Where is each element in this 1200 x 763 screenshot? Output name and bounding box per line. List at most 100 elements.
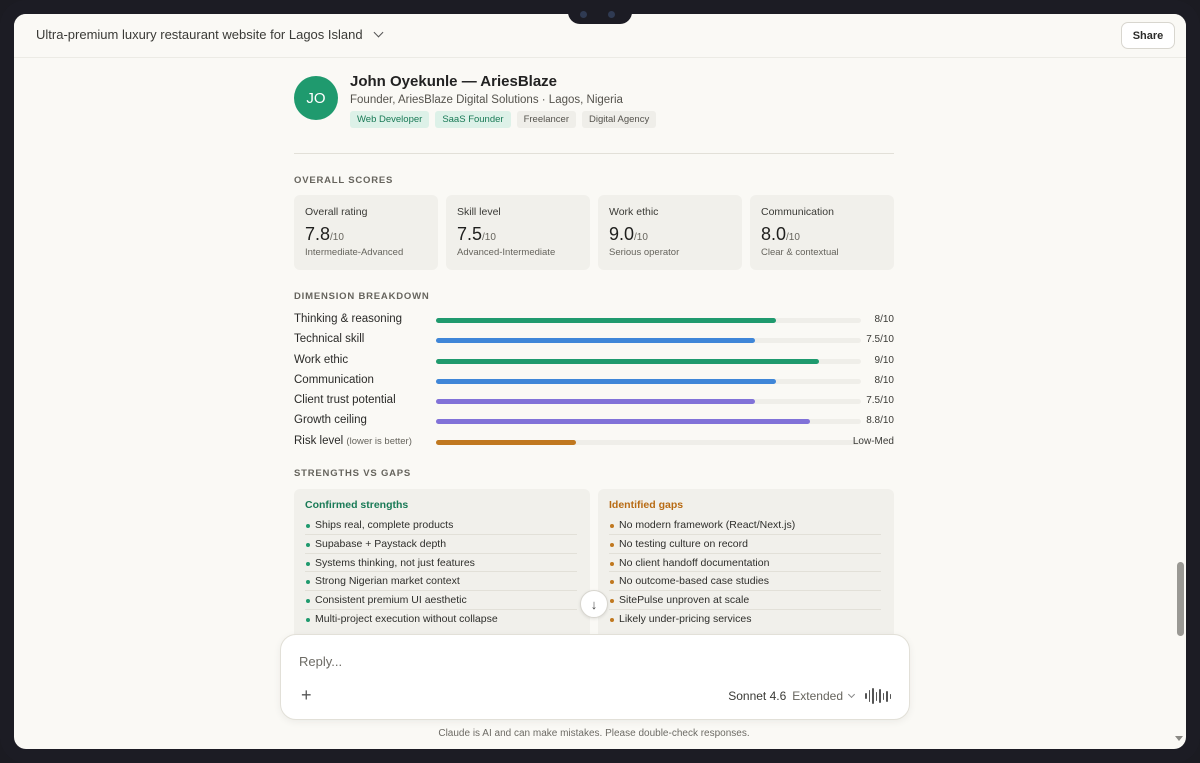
chevron-down-icon bbox=[847, 690, 856, 699]
arrow-down-icon: ↓ bbox=[590, 596, 598, 612]
bullet-dot-icon bbox=[306, 542, 310, 547]
dimension-row: Technical skill 7.5/10 bbox=[294, 330, 894, 350]
list-item: Likely under-pricing services bbox=[609, 610, 881, 629]
dimension-row: Client trust potential 7.5/10 bbox=[294, 391, 894, 411]
profile-tags: Web Developer SaaS Founder Freelancer Di… bbox=[350, 111, 657, 128]
dimension-value: 8.8/10 bbox=[866, 415, 894, 427]
scroll-down-arrow-icon[interactable] bbox=[1175, 736, 1183, 741]
strengths-panel: Confirmed strengths Ships real, complete… bbox=[294, 489, 590, 639]
score-card-label: Communication bbox=[761, 206, 834, 218]
dimension-bar-fill bbox=[436, 338, 755, 344]
list-item: Systems thinking, not just features bbox=[305, 554, 577, 573]
dimension-bar-fill bbox=[436, 378, 776, 384]
model-selector[interactable]: Sonnet 4.6 Extended bbox=[728, 689, 856, 703]
bullet-dot-icon bbox=[306, 599, 310, 604]
dimension-bar-track bbox=[436, 358, 861, 364]
bullet-dot-icon bbox=[610, 561, 614, 566]
dimension-bar-fill bbox=[436, 399, 755, 405]
score-card-value: 7.5/10 bbox=[457, 224, 496, 244]
dimension-bar-track bbox=[436, 378, 861, 384]
bullet-dot-icon bbox=[610, 617, 614, 622]
tag-freelancer: Freelancer bbox=[516, 111, 576, 128]
bullet-dot-icon bbox=[610, 542, 614, 547]
profile-header: JO John Oyekunle — AriesBlaze Founder, A… bbox=[294, 72, 894, 154]
score-card-label: Overall rating bbox=[305, 206, 368, 218]
score-card-sub: Intermediate-Advanced bbox=[305, 247, 404, 258]
gaps-title: Identified gaps bbox=[609, 499, 684, 511]
dimension-bar-fill bbox=[436, 439, 577, 445]
dimension-breakdown: Thinking & reasoning 8/10 Technical skil… bbox=[294, 310, 894, 452]
score-card-value: 8.0/10 bbox=[761, 224, 800, 244]
score-card-sub: Serious operator bbox=[609, 247, 680, 258]
score-card-work-ethic: Work ethic 9.0/10 Serious operator bbox=[598, 195, 742, 270]
dimension-row: Work ethic 9/10 bbox=[294, 351, 894, 371]
score-card-communication: Communication 8.0/10 Clear & contextual bbox=[750, 195, 894, 270]
bullet-dot-icon bbox=[306, 524, 310, 528]
bullet-dot-icon bbox=[610, 524, 614, 528]
dimension-label: Risk level (lower is better) bbox=[294, 434, 412, 447]
dimension-label: Technical skill bbox=[294, 333, 365, 346]
list-item: No testing culture on record bbox=[609, 535, 881, 554]
voice-mode-icon[interactable] bbox=[865, 688, 891, 704]
chevron-down-icon bbox=[373, 27, 384, 38]
bullet-dot-icon bbox=[306, 580, 310, 585]
dimension-bar-track bbox=[436, 318, 861, 323]
list-item: Strong Nigerian market context bbox=[305, 572, 577, 592]
dimension-row: Growth ceiling 8.8/10 bbox=[294, 411, 894, 431]
section-label-dimensions: DIMENSION BREAKDOWN bbox=[294, 291, 430, 302]
model-mode: Extended bbox=[792, 689, 843, 703]
score-card-label: Skill level bbox=[457, 206, 501, 218]
dimension-bar-fill bbox=[436, 318, 776, 323]
avatar: JO bbox=[294, 76, 338, 120]
score-card-overall: Overall rating 7.8/10 Intermediate-Advan… bbox=[294, 195, 438, 270]
dimension-value: Low-Med bbox=[852, 435, 894, 447]
dimension-row: Risk level (lower is better) Low-Med bbox=[294, 432, 894, 452]
dimension-value: 8/10 bbox=[874, 374, 894, 386]
dimension-value: 7.5/10 bbox=[866, 334, 894, 346]
reply-input[interactable]: Reply... bbox=[299, 654, 342, 669]
strengths-title: Confirmed strengths bbox=[305, 499, 409, 511]
score-card-value: 7.8/10 bbox=[305, 224, 344, 244]
scrollbar-thumb[interactable] bbox=[1177, 562, 1184, 636]
dimension-value: 8/10 bbox=[874, 314, 894, 325]
message-content: JO John Oyekunle — AriesBlaze Founder, A… bbox=[294, 72, 894, 639]
dimension-bar-track bbox=[436, 399, 861, 405]
camera-lens-icon bbox=[580, 11, 587, 18]
list-item: Ships real, complete products bbox=[305, 516, 577, 535]
plus-icon[interactable]: + bbox=[301, 685, 312, 706]
score-cards: Overall rating 7.8/10 Intermediate-Advan… bbox=[294, 195, 894, 270]
dimension-bar-track bbox=[436, 439, 861, 445]
score-card-sub: Advanced-Intermediate bbox=[457, 247, 556, 258]
dimension-label: Communication bbox=[294, 373, 374, 386]
list-item: SitePulse unproven at scale bbox=[609, 591, 881, 610]
conversation-title-menu[interactable]: Ultra-premium luxury restaurant website … bbox=[36, 27, 384, 42]
score-card-sub: Clear & contextual bbox=[761, 247, 839, 258]
scroll-to-bottom-button[interactable]: ↓ bbox=[580, 590, 608, 618]
dimension-bar-fill bbox=[436, 358, 819, 364]
bullet-dot-icon bbox=[306, 617, 310, 622]
conversation-title: Ultra-premium luxury restaurant website … bbox=[36, 27, 363, 42]
bullet-dot-icon bbox=[610, 580, 614, 585]
dimension-value: 7.5/10 bbox=[866, 395, 894, 407]
share-button[interactable]: Share bbox=[1121, 22, 1175, 49]
disclaimer: Claude is AI and can make mistakes. Plea… bbox=[438, 728, 750, 739]
list-item: No client handoff documentation bbox=[609, 554, 881, 573]
dimension-row: Thinking & reasoning 8/10 bbox=[294, 310, 894, 330]
camera-notch bbox=[568, 4, 632, 24]
tag-web-developer: Web Developer bbox=[350, 111, 430, 128]
section-label-strengths-gaps: STRENGTHS VS GAPS bbox=[294, 468, 412, 479]
bullet-dot-icon bbox=[306, 561, 310, 566]
reply-composer: Reply... + Sonnet 4.6 Extended bbox=[280, 634, 910, 720]
section-label-scores: OVERALL SCORES bbox=[294, 175, 394, 186]
bullet-dot-icon bbox=[610, 599, 614, 604]
tag-saas-founder: SaaS Founder bbox=[435, 111, 511, 128]
tablet-frame: Ultra-premium luxury restaurant website … bbox=[0, 0, 1200, 763]
score-card-skill: Skill level 7.5/10 Advanced-Intermediate bbox=[446, 195, 590, 270]
dimension-label: Work ethic bbox=[294, 353, 349, 366]
score-card-label: Work ethic bbox=[609, 206, 659, 218]
list-item: Consistent premium UI aesthetic bbox=[305, 591, 577, 610]
dimension-label: Growth ceiling bbox=[294, 414, 367, 427]
camera-sensor-icon bbox=[608, 11, 615, 18]
gaps-panel: Identified gaps No modern framework (Rea… bbox=[598, 489, 894, 639]
dimension-label: Thinking & reasoning bbox=[294, 313, 403, 325]
